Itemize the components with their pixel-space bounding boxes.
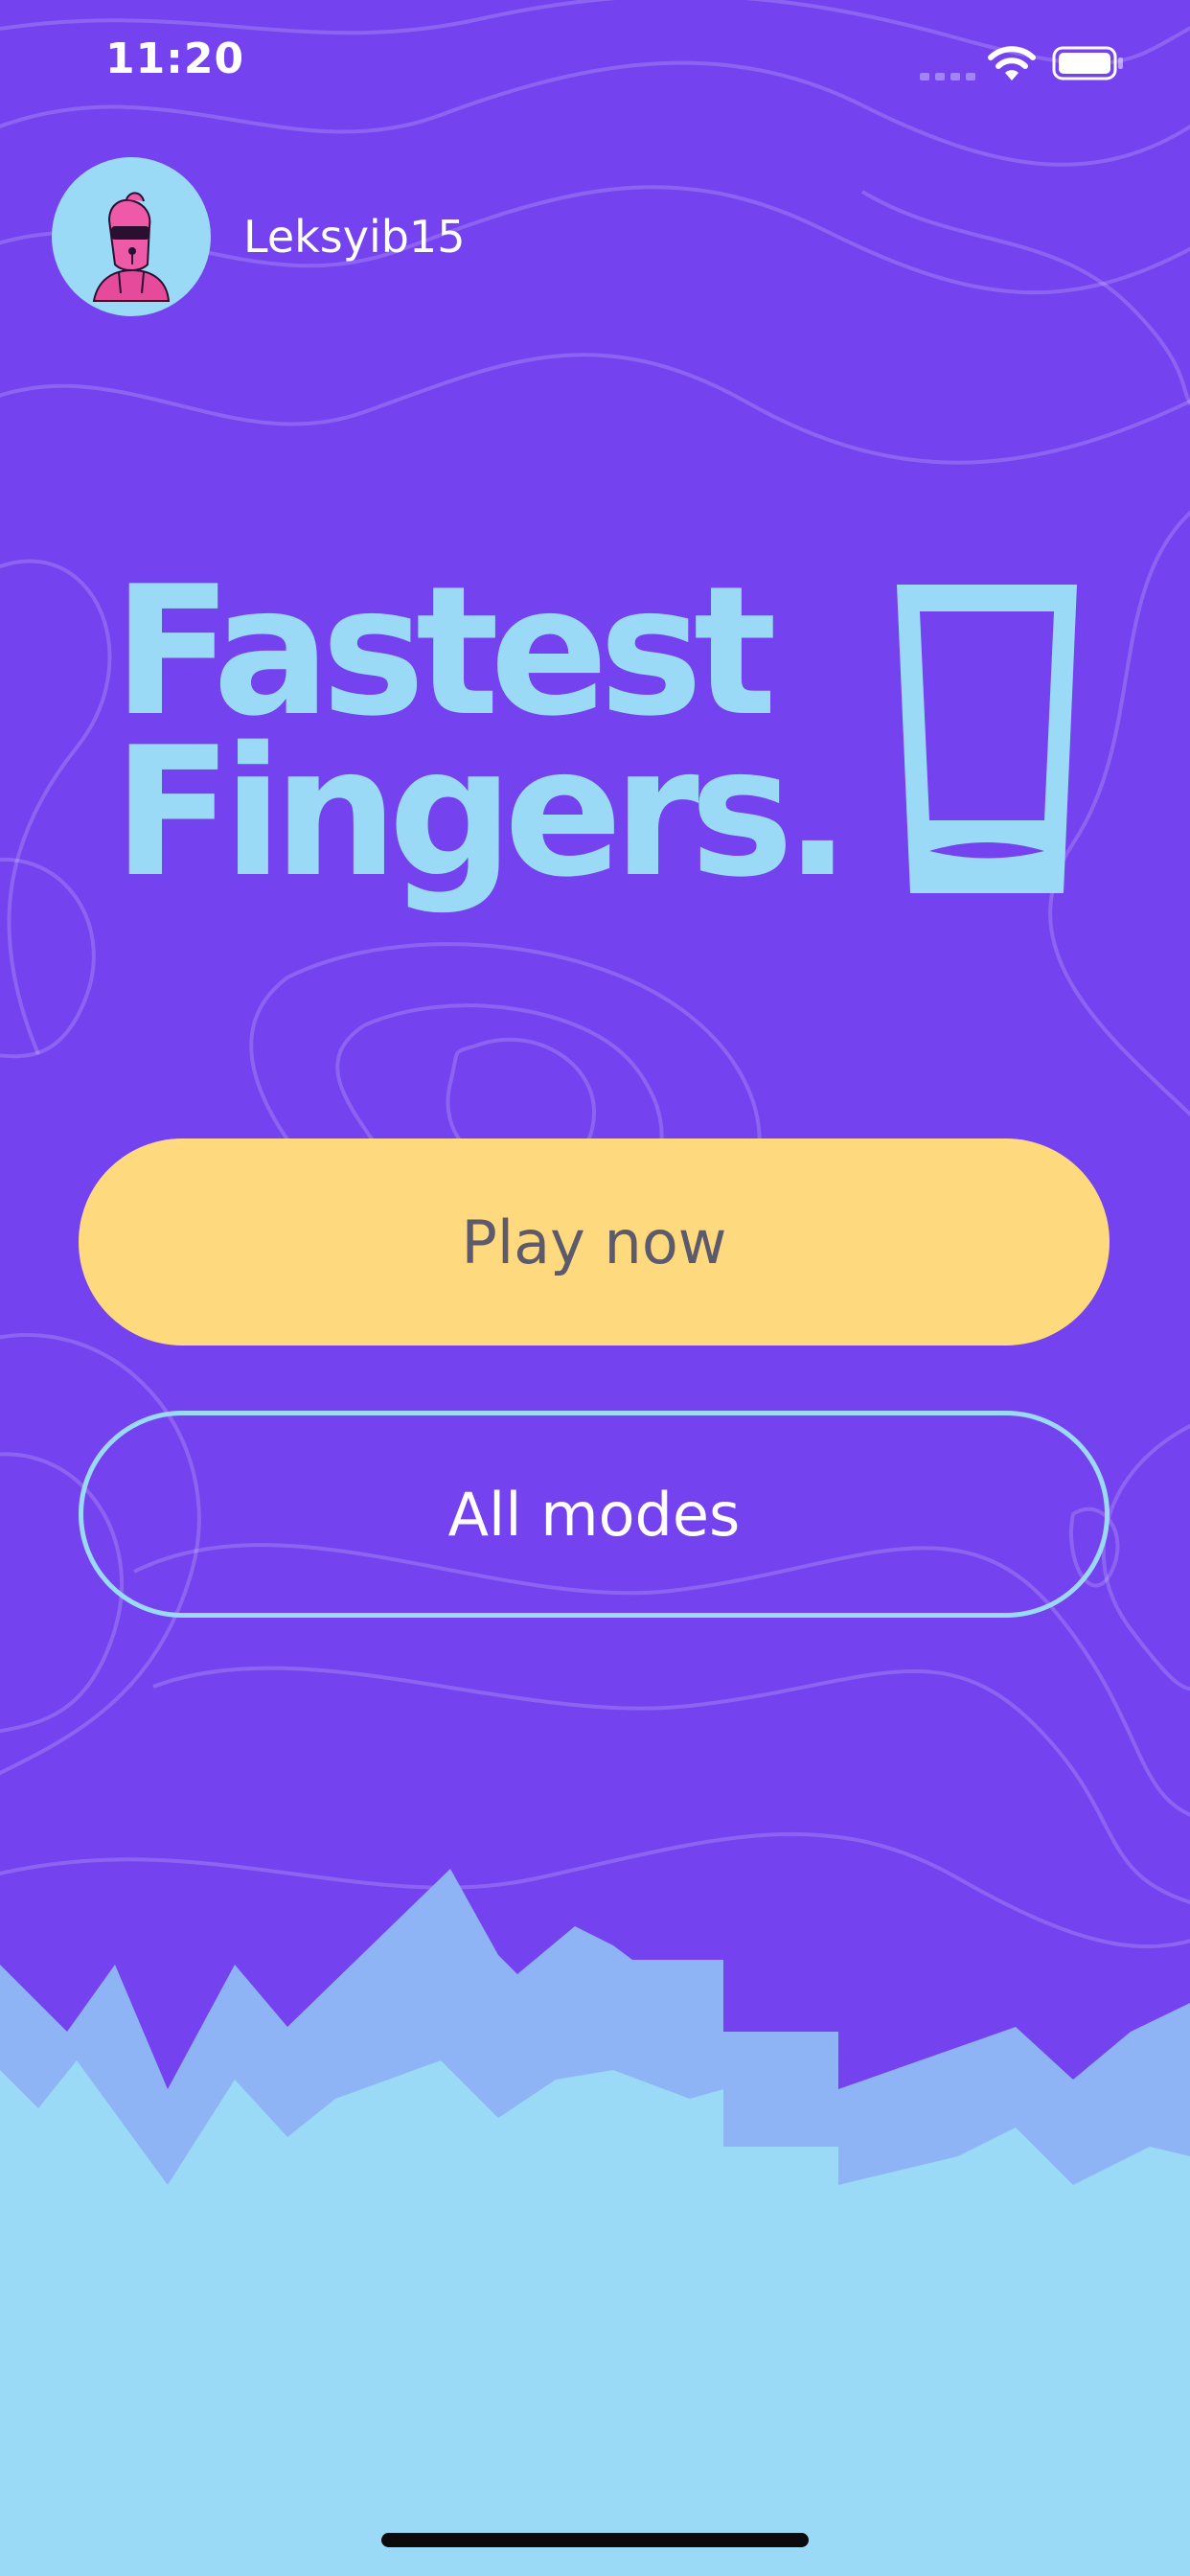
status-time: 11:20 (105, 34, 245, 83)
status-bar: 11:20 (0, 0, 1190, 134)
avatar[interactable] (52, 157, 211, 316)
username[interactable]: Leksyib15 (243, 211, 465, 263)
app-logo: Fastest Fingers. (113, 563, 1077, 954)
profile-header[interactable]: Leksyib15 (52, 157, 465, 316)
home-indicator[interactable] (381, 2533, 809, 2547)
phone-icon (897, 585, 1077, 893)
logo-wordmark: Fastest Fingers. (113, 563, 851, 916)
cellular-signal-icon (920, 73, 975, 80)
robot-character-icon (92, 192, 171, 302)
battery-icon (1052, 46, 1123, 80)
wifi-icon (988, 46, 1036, 80)
logo-line-2: Fingers. (113, 708, 851, 916)
play-now-button[interactable]: Play now (79, 1138, 1110, 1346)
all-modes-button[interactable]: All modes (79, 1411, 1110, 1618)
